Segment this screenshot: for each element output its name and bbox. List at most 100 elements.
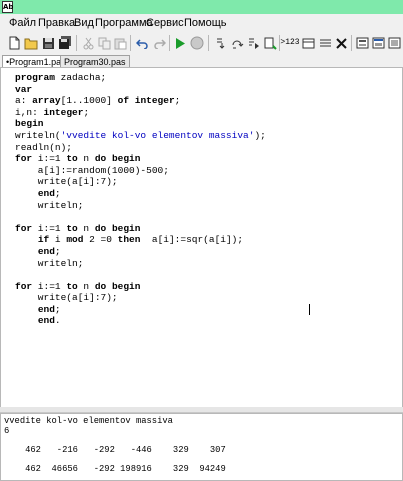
paste-icon[interactable] xyxy=(112,35,128,51)
code-keyword: var xyxy=(15,83,33,95)
code-keyword: end xyxy=(37,187,55,199)
menu-view[interactable]: Вид xyxy=(74,17,94,29)
code-line: end; xyxy=(15,188,266,200)
code-line: begin xyxy=(15,118,266,130)
code-token: ; xyxy=(54,303,61,315)
code-token: writeln( xyxy=(15,129,61,141)
code-token: ); xyxy=(254,129,266,141)
toolbar: >123 xyxy=(0,32,403,55)
code-keyword: mod xyxy=(66,234,84,246)
code-line: write(a[i]:7); xyxy=(15,176,266,188)
code-keyword: to xyxy=(66,153,78,165)
watch-icon[interactable] xyxy=(262,35,278,51)
code-token: i xyxy=(49,234,67,246)
code-keyword: if xyxy=(37,234,50,246)
output-line: 6 xyxy=(4,425,10,436)
code-line: end; xyxy=(15,304,266,316)
title-bar: Ab xyxy=(0,0,403,14)
redo-icon[interactable] xyxy=(151,35,167,51)
code-token: writeln; xyxy=(15,257,84,269)
code-token: n xyxy=(77,280,95,292)
code-keyword: end xyxy=(37,245,55,257)
output-line: 462 46656 -292 198916 329 94249 xyxy=(4,463,226,474)
code-keyword: then xyxy=(117,234,141,246)
code-keyword: end xyxy=(37,303,55,315)
output-line: vvedite kol-vo elementov massiva xyxy=(4,416,173,426)
code-token: i:=1 xyxy=(32,280,67,292)
form-icon[interactable] xyxy=(354,35,370,51)
output-window-icon[interactable]: >123 xyxy=(280,35,299,51)
undo-icon[interactable] xyxy=(134,35,150,51)
code-keyword: to xyxy=(66,280,78,292)
code-keyword: to xyxy=(66,222,78,234)
toolbar-separator xyxy=(351,35,352,51)
layout-icon[interactable] xyxy=(300,35,316,51)
code-keyword: array xyxy=(32,95,61,107)
code-keyword: do xyxy=(94,280,107,292)
menu-program[interactable]: Программа xyxy=(95,17,153,29)
code-token: zadacha; xyxy=(54,72,107,83)
code-line: for i:=1 to n do begin xyxy=(15,281,266,293)
code-line: var xyxy=(15,84,266,96)
list-icon[interactable] xyxy=(317,35,333,51)
code-line: write(a[i]:7); xyxy=(15,292,266,304)
toolbar-separator xyxy=(76,35,77,51)
code-editor[interactable]: program zadacha; var a: array[1..1000] of … xyxy=(0,67,403,408)
open-file-icon[interactable] xyxy=(23,35,39,51)
code-token: ; xyxy=(83,106,90,118)
code-token: i,n: xyxy=(15,106,44,118)
code-keyword: begin xyxy=(111,153,141,165)
code-keyword: begin xyxy=(111,280,141,292)
code-token: writeln; xyxy=(15,199,84,211)
code-line: a[i]:=random(1000)-500; xyxy=(15,165,266,177)
code-line: i,n: integer; xyxy=(15,107,266,119)
code-line: program zadacha; xyxy=(15,72,266,84)
code-token: ; xyxy=(54,245,61,257)
save-icon[interactable] xyxy=(40,35,56,51)
code-line: writeln; xyxy=(15,200,266,212)
code-keyword: for xyxy=(15,222,33,234)
run-to-cursor-icon[interactable] xyxy=(245,35,261,51)
output-window[interactable]: vvedite kol-vo elementov massiva 6 462 -2… xyxy=(0,413,403,481)
code-line: for i:=1 to n do begin xyxy=(15,223,266,235)
run-icon[interactable] xyxy=(172,35,188,51)
code-keyword: begin xyxy=(15,118,44,130)
save-all-icon[interactable] xyxy=(57,35,73,51)
settings-icon[interactable] xyxy=(386,35,402,51)
menu-edit[interactable]: Правка xyxy=(38,17,75,29)
code-token: i:=1 xyxy=(32,153,67,165)
menu-service[interactable]: Сервис xyxy=(146,17,184,29)
code-keyword: do xyxy=(94,153,107,165)
toolbar-separator xyxy=(169,35,170,51)
debug-window-icon[interactable] xyxy=(370,35,386,51)
close-icon[interactable] xyxy=(333,35,349,51)
copy-icon[interactable] xyxy=(96,35,112,51)
code-keyword: for xyxy=(15,280,33,292)
menu-help[interactable]: Помощь xyxy=(184,17,227,29)
code-token: write(a[i]:7); xyxy=(15,176,118,188)
code-string: 'vvedite kol-vo elementov massiva' xyxy=(60,129,255,141)
stop-icon[interactable] xyxy=(189,35,205,51)
code-text: program zadacha; var a: array[1..1000] of … xyxy=(15,72,266,327)
code-token: write(a[i]:7); xyxy=(15,292,118,304)
new-file-icon[interactable] xyxy=(6,35,22,51)
toolbar-separator xyxy=(130,35,131,51)
code-token: n xyxy=(77,222,95,234)
code-line: end. xyxy=(15,315,266,327)
step-over-icon[interactable] xyxy=(229,35,245,51)
cut-icon[interactable] xyxy=(80,35,96,51)
code-keyword: integer xyxy=(43,106,84,118)
menu-file[interactable]: Файл xyxy=(9,17,36,29)
code-token: n xyxy=(77,153,95,165)
code-line: readln(n); xyxy=(15,142,266,154)
code-line: end; xyxy=(15,246,266,258)
step-into-icon[interactable] xyxy=(212,35,228,51)
code-token: ; xyxy=(174,95,181,107)
output-line: 462 -216 -292 -446 329 307 xyxy=(4,444,226,455)
